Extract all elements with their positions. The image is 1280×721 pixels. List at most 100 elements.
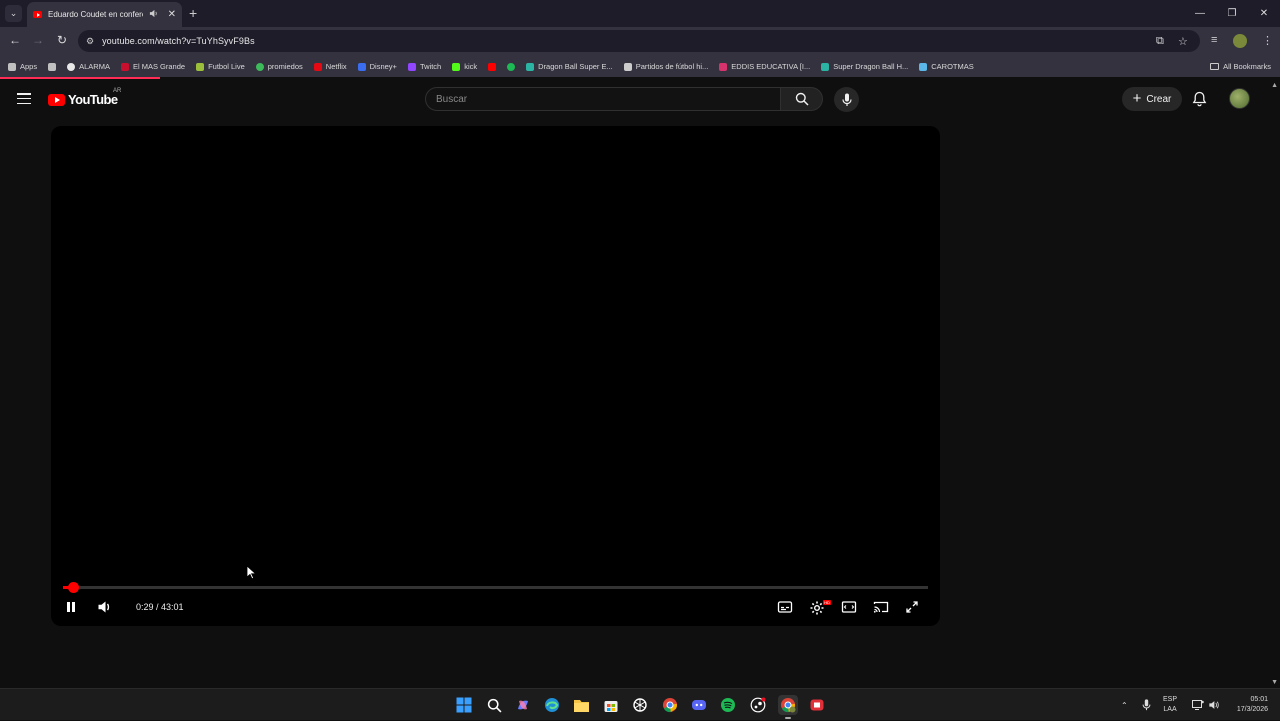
chrome-profile-icon[interactable] xyxy=(778,695,798,719)
bookmark-label: Twitch xyxy=(419,62,442,71)
pause-icon xyxy=(67,602,75,612)
bookmark-item[interactable]: Partidos de fútbol hi... xyxy=(623,62,709,71)
bookmark-item[interactable]: EDDIS EDUCATIVA [I... xyxy=(719,62,810,71)
bookmark-item[interactable]: Futbol Live xyxy=(196,62,245,71)
network-icon[interactable] xyxy=(1192,689,1204,721)
bookmark-item[interactable]: El MAS Grande xyxy=(120,62,185,71)
bookmark-item[interactable] xyxy=(488,62,497,71)
store-icon[interactable] xyxy=(601,695,621,715)
window-controls: — ❐ ✕ xyxy=(1184,0,1280,27)
hd-badge: HD xyxy=(823,600,831,605)
input-language[interactable]: ESP LAA xyxy=(1163,695,1177,715)
plus-icon: + xyxy=(1132,90,1142,107)
spotify-icon[interactable] xyxy=(718,695,738,715)
search-input[interactable] xyxy=(436,93,780,105)
steam-icon[interactable] xyxy=(748,695,768,715)
theater-mode-icon xyxy=(841,601,857,613)
youtube-logo[interactable]: YouTube AR xyxy=(48,88,121,107)
search-icon[interactable] xyxy=(484,695,504,715)
triangle-icon xyxy=(526,62,535,71)
region-code: AR xyxy=(113,88,122,94)
disney-icon xyxy=(357,62,366,71)
edge-icon[interactable] xyxy=(542,695,562,715)
bookmark-item[interactable]: CAROTMAS xyxy=(919,62,974,71)
bookmark-item[interactable] xyxy=(507,62,516,71)
bookmark-item[interactable]: Disney+ xyxy=(357,62,397,71)
mute-button[interactable] xyxy=(97,600,113,614)
menu-icon[interactable] xyxy=(17,93,31,104)
new-tab-button[interactable]: + xyxy=(189,5,197,21)
tab-search-button[interactable]: ⌄ xyxy=(5,5,22,22)
all-bookmarks-button[interactable]: All Bookmarks xyxy=(1210,56,1271,77)
minimize-icon[interactable]: — xyxy=(1184,0,1216,27)
bookmark-label: promiedos xyxy=(267,62,303,71)
apps-grid-icon xyxy=(8,62,16,71)
bookmark-item[interactable]: ALARMA xyxy=(67,62,110,71)
youtube-logo-icon xyxy=(48,93,65,106)
chrome-icon[interactable] xyxy=(660,695,680,715)
bookmark-star-icon[interactable]: ☆ xyxy=(1178,35,1188,48)
pause-button[interactable] xyxy=(64,600,78,614)
fullscreen-button[interactable] xyxy=(905,600,919,614)
voice-search-button[interactable] xyxy=(834,87,859,112)
video-player[interactable]: 0:29 / 43:01 HD xyxy=(51,126,940,626)
copilot-icon[interactable] xyxy=(513,695,533,715)
volume-tray-icon[interactable] xyxy=(1208,689,1220,721)
restore-icon[interactable]: ❐ xyxy=(1216,0,1248,27)
bookmark-label: CAROTMAS xyxy=(931,62,974,71)
windows-start-icon[interactable] xyxy=(454,695,474,715)
show-hidden-icons-icon[interactable]: ⌃ xyxy=(1121,689,1128,721)
notifications-bell-icon[interactable] xyxy=(1192,91,1207,112)
all-bookmarks-label: All Bookmarks xyxy=(1223,62,1271,71)
tab-title: Eduardo Coudet en conferencia xyxy=(48,10,143,19)
bookmark-item[interactable]: Dragon Ball Super E... xyxy=(526,62,613,71)
bookmark-label: EDDIS EDUCATIVA [I... xyxy=(731,62,811,71)
bookmark-item[interactable]: promiedos xyxy=(255,62,303,71)
bookmark-item[interactable]: Netflix xyxy=(313,62,347,71)
address-bar[interactable]: ⚙ youtube.com/watch?v=TuYhSyvF9Bs ⧉ ☆ xyxy=(78,30,1200,52)
app-icon[interactable] xyxy=(807,695,827,715)
create-button[interactable]: + Crear xyxy=(1122,87,1182,111)
scroll-up-icon[interactable]: ▲ xyxy=(1271,82,1278,89)
bookmark-label: Partidos de fútbol hi... xyxy=(635,62,709,71)
close-window-icon[interactable]: ✕ xyxy=(1248,0,1280,27)
tab-close-icon[interactable]: ✕ xyxy=(168,9,176,20)
bookmark-item[interactable] xyxy=(48,62,57,71)
reload-icon[interactable]: ↻ xyxy=(54,33,70,47)
browser-tab[interactable]: Eduardo Coudet en conferencia ✕ xyxy=(27,2,182,27)
tab-audio-icon[interactable] xyxy=(149,9,158,20)
time-display: 0:29 / 43:01 xyxy=(136,602,184,612)
progress-bar[interactable] xyxy=(63,582,928,593)
search-button[interactable] xyxy=(781,87,823,111)
microphone-tray-icon[interactable] xyxy=(1142,689,1151,721)
reading-list-icon[interactable]: ≡ xyxy=(1211,34,1217,46)
scroll-down-icon[interactable]: ▼ xyxy=(1271,679,1278,686)
microphone-icon xyxy=(841,93,852,106)
bookmark-item[interactable]: Twitch xyxy=(407,62,442,71)
school-icon xyxy=(719,62,728,71)
chevron-down-icon: ⌄ xyxy=(9,8,18,18)
theater-mode-button[interactable] xyxy=(841,600,857,614)
cast-button[interactable] xyxy=(873,600,889,614)
browser-profile-avatar[interactable] xyxy=(1233,34,1247,48)
account-avatar[interactable] xyxy=(1229,88,1250,109)
system-clock[interactable]: 05:01 17/3/2026 xyxy=(1224,695,1268,715)
bookmark-label: Futbol Live xyxy=(208,62,245,71)
discord-icon[interactable] xyxy=(689,695,709,715)
scrubber-handle[interactable] xyxy=(67,582,79,593)
bookmark-item[interactable]: kick xyxy=(452,62,477,71)
back-icon[interactable]: ← xyxy=(7,33,23,47)
site-info-icon[interactable]: ⚙ xyxy=(86,36,94,47)
tv-icon xyxy=(196,62,205,71)
chatgpt-icon[interactable] xyxy=(630,695,650,715)
kebab-menu-icon[interactable]: ⋮ xyxy=(1262,34,1273,47)
bookmark-item[interactable]: Apps xyxy=(8,62,37,71)
url-text[interactable]: youtube.com/watch?v=TuYhSyvF9Bs xyxy=(102,36,255,46)
browser-tab-strip: ⌄ Eduardo Coudet en conferencia ✕ + — ❐ … xyxy=(0,0,1280,27)
bookmark-item[interactable]: Super Dragon Ball H... xyxy=(821,62,908,71)
fullscreen-icon xyxy=(906,601,918,613)
install-app-icon[interactable]: ⧉ xyxy=(1156,35,1164,48)
forward-icon[interactable]: → xyxy=(30,33,46,47)
subtitles-button[interactable] xyxy=(777,600,793,614)
file-explorer-icon[interactable] xyxy=(571,695,591,715)
